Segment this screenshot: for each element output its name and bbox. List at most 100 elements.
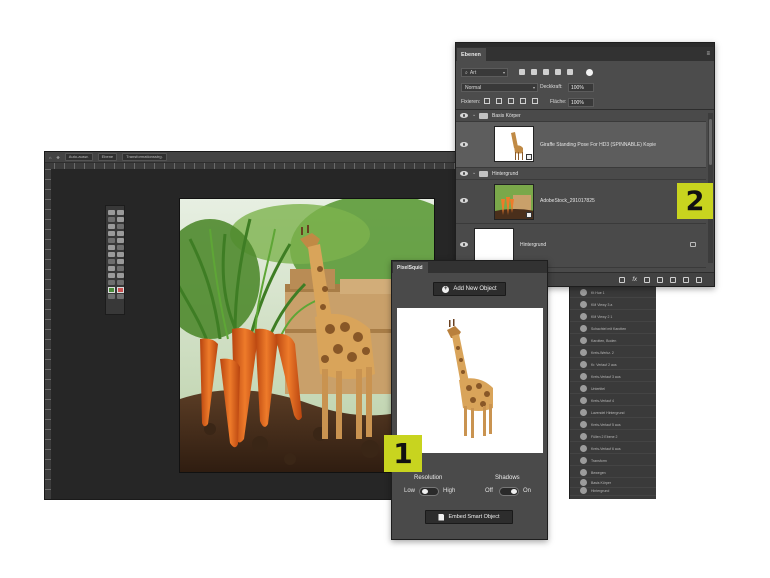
quick-mask-icon[interactable]	[108, 294, 115, 299]
layer-row[interactable]: AdobeStock_291017825	[456, 180, 706, 224]
chevron-down-icon[interactable]: ⌄	[472, 170, 476, 176]
pixel-filter-icon[interactable]	[519, 69, 525, 75]
shape-tool-icon[interactable]	[117, 266, 124, 271]
history-thumb-icon	[580, 301, 587, 308]
panel-menu-icon[interactable]: ≡	[706, 51, 710, 57]
adjustment-filter-icon[interactable]	[531, 69, 537, 75]
lock-image-icon[interactable]	[496, 98, 502, 104]
adjustment-layer-icon[interactable]	[657, 276, 663, 283]
lock-label: Fixieren:	[461, 99, 481, 105]
object-preview[interactable]	[397, 308, 543, 453]
visibility-eye-icon[interactable]	[460, 171, 468, 176]
crop-tool-icon[interactable]	[108, 224, 115, 229]
history-item[interactable]: Kreis-Verlauf 5 aus	[570, 420, 656, 430]
filter-toggle[interactable]	[586, 69, 593, 76]
lock-artboard-icon[interactable]	[520, 98, 526, 104]
fx-icon[interactable]: fx	[632, 277, 637, 283]
magic-wand-tool-icon[interactable]	[117, 217, 124, 222]
layer-thumbnail	[494, 184, 534, 220]
home-icon[interactable]: ⌂	[49, 155, 51, 160]
hand-tool-icon[interactable]	[108, 273, 115, 278]
callout-badge-1: 1	[384, 435, 422, 472]
lock-transparent-icon[interactable]	[484, 98, 490, 104]
shape-filter-icon[interactable]	[555, 69, 561, 75]
history-item[interactable]: Kreis-Verlauf 4	[570, 396, 656, 406]
tab-pixelsquid[interactable]: PixelSquid	[393, 262, 428, 273]
zoom-tool-icon[interactable]	[117, 273, 124, 278]
opacity-field[interactable]: 100%	[568, 83, 594, 92]
brush-tool-icon[interactable]	[117, 231, 124, 236]
trash-icon[interactable]	[696, 276, 702, 283]
resolution-toggle[interactable]	[419, 487, 439, 496]
history-thumb-icon	[580, 337, 587, 344]
link-layers-icon[interactable]	[619, 276, 626, 283]
auto-select-target-dropdown[interactable]: Ebene	[97, 153, 118, 161]
eyedropper-tool-icon[interactable]	[117, 224, 124, 229]
add-new-object-button[interactable]: + Add New Object	[433, 282, 506, 296]
history-item[interactable]: Kreis-Verlauf 3 aus	[570, 372, 656, 382]
history-item[interactable]: Kreis-Verlauf 6 aus	[570, 444, 656, 454]
tab-layers[interactable]: Ebenen	[457, 48, 486, 61]
resolution-label: Resolution	[414, 475, 443, 481]
chevron-down-icon[interactable]: ⌄	[472, 112, 476, 118]
edit-toolbar-icon[interactable]	[117, 280, 124, 285]
lock-position-icon[interactable]	[508, 98, 514, 104]
history-item[interactable]: Untertitel	[570, 384, 656, 394]
layer-group-row[interactable]: ⌄ Basis Körper	[456, 110, 706, 122]
history-item[interactable]: Bewegen	[570, 468, 656, 478]
type-tool-icon[interactable]	[117, 259, 124, 264]
gradient-tool-icon[interactable]	[117, 245, 124, 250]
visibility-eye-icon[interactable]	[460, 142, 468, 147]
transform-controls-checkbox[interactable]: Transformationsstrg.	[122, 153, 167, 161]
shadows-toggle[interactable]	[499, 487, 519, 496]
layer-name: Hintergrund	[492, 171, 519, 177]
layer-group-row[interactable]: ⌄ Hintergrund	[456, 168, 706, 180]
history-item[interactable]: Transform	[570, 456, 656, 466]
visibility-eye-icon[interactable]	[460, 113, 468, 118]
history-item[interactable]: Karotten, Boden	[570, 336, 656, 346]
embed-smart-object-button[interactable]: Embed Smart Object	[425, 510, 513, 524]
new-group-icon[interactable]	[670, 276, 676, 283]
history-item-label: Füllen 2 Ebene 2	[591, 434, 618, 439]
screen-mode-icon[interactable]	[117, 294, 124, 299]
smart-object-filter-icon[interactable]	[567, 69, 573, 75]
visibility-eye-icon[interactable]	[460, 198, 468, 203]
move-tool-icon[interactable]	[108, 210, 115, 215]
path-selection-tool-icon[interactable]	[108, 266, 115, 271]
history-item[interactable]: Kt Hue 1	[570, 288, 656, 298]
history-item[interactable]: Lavendel Hintergrund	[570, 408, 656, 418]
history-item[interactable]: Kreis-Werkz. 2	[570, 348, 656, 358]
lock-all-icon[interactable]	[532, 98, 538, 104]
lock-icons	[484, 98, 538, 104]
history-item[interactable]: Kr. Verlauf 2 aus	[570, 360, 656, 370]
history-item[interactable]: KM Viewy 3 a	[570, 300, 656, 310]
pen-tool-icon[interactable]	[108, 259, 115, 264]
move-tool-icon[interactable]: ✥	[56, 155, 59, 160]
type-filter-icon[interactable]	[543, 69, 549, 75]
history-item[interactable]: KM Viewy 2 1	[570, 312, 656, 322]
new-layer-icon[interactable]	[683, 276, 689, 283]
foreground-color-swatch[interactable]	[108, 287, 115, 293]
chevron-down-icon: ▾	[532, 85, 535, 90]
history-item[interactable]: Schachtel mit Karotten	[570, 324, 656, 334]
history-item[interactable]: Füllen 2 Ebene 2	[570, 432, 656, 442]
healing-tool-icon[interactable]	[108, 231, 115, 236]
eraser-tool-icon[interactable]	[108, 245, 115, 250]
history-item[interactable]: Hintergrund	[570, 486, 656, 496]
fill-field[interactable]: 100%	[568, 98, 594, 107]
history-brush-tool-icon[interactable]	[117, 238, 124, 243]
add-mask-icon[interactable]	[644, 276, 650, 283]
stamp-tool-icon[interactable]	[108, 238, 115, 243]
auto-select-checkbox[interactable]: Auto-ausw.	[64, 153, 93, 161]
lasso-tool-icon[interactable]	[108, 217, 115, 222]
blend-mode-dropdown[interactable]: Normal ▾	[461, 83, 538, 92]
dodge-tool-icon[interactable]	[117, 252, 124, 257]
layer-row-selected[interactable]: Giraffe Standing Pose For HD3 (SPINNABLE…	[456, 122, 706, 168]
visibility-eye-icon[interactable]	[460, 242, 468, 247]
layer-filter-dropdown[interactable]: ⌕ Art ▾	[461, 68, 508, 77]
background-color-swatch[interactable]	[117, 287, 124, 293]
more-tools-icon[interactable]	[108, 280, 115, 285]
blur-tool-icon[interactable]	[108, 252, 115, 257]
history-item-label: Kreis-Verlauf 3 aus	[591, 374, 621, 379]
marquee-tool-icon[interactable]	[117, 210, 124, 215]
